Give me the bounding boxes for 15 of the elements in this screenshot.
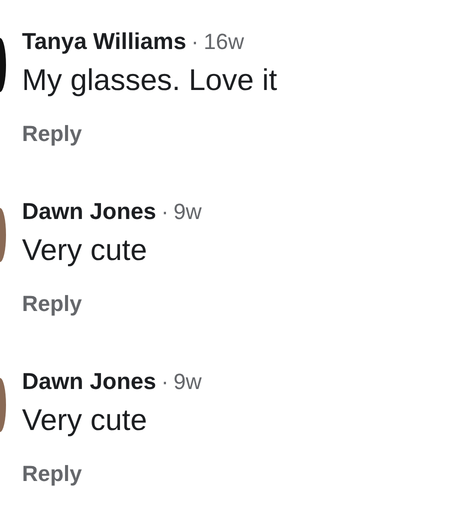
comment-time: 16w xyxy=(204,28,244,56)
author-name[interactable]: Tanya Williams xyxy=(22,26,186,56)
comment-text: Very cute xyxy=(22,403,148,439)
comment-text: My glasses. Love it xyxy=(22,63,278,99)
author-name[interactable]: Dawn Jones xyxy=(22,196,156,226)
separator-dot: · xyxy=(161,198,169,226)
separator-dot: · xyxy=(191,28,199,56)
comment-time: 9w xyxy=(174,198,202,226)
reply-link[interactable]: Reply xyxy=(22,289,82,319)
author-name[interactable]: Dawn Jones xyxy=(22,366,156,396)
reply-link[interactable]: Reply xyxy=(22,459,82,489)
comment-text: Very cute xyxy=(22,233,148,269)
separator-dot: · xyxy=(161,368,169,396)
comment-time: 9w xyxy=(174,368,202,396)
reply-link[interactable]: Reply xyxy=(22,119,82,149)
